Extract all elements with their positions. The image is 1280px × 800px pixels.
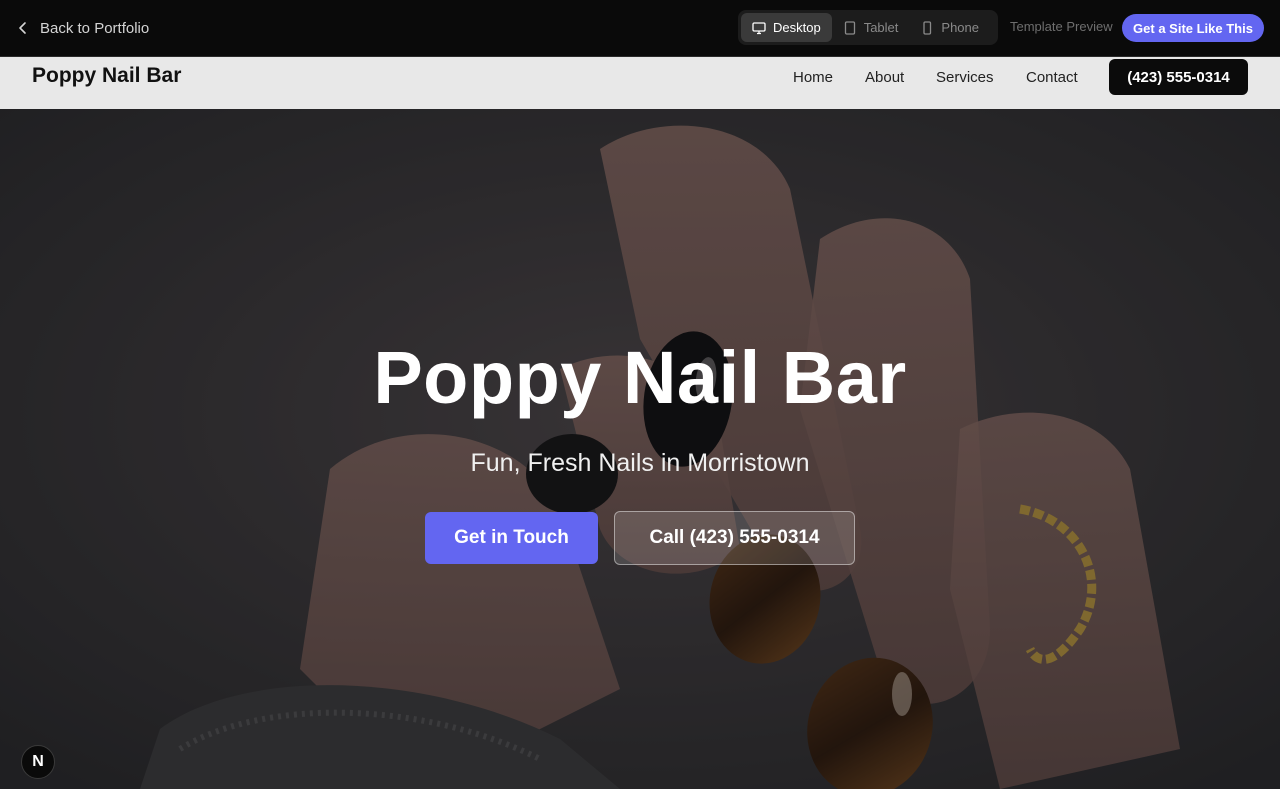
hero-section: Poppy Nail Bar Fun, Fresh Nails in Morri… <box>0 109 1280 789</box>
framework-badge[interactable]: N <box>21 745 55 779</box>
device-phone-label: Phone <box>941 20 979 35</box>
site-brand-logo[interactable]: Poppy Nail Bar <box>32 64 181 88</box>
page-bottom-edge <box>0 789 1280 800</box>
device-desktop-label: Desktop <box>773 20 821 35</box>
nav-about[interactable]: About <box>865 69 904 87</box>
nav-services[interactable]: Services <box>936 69 994 87</box>
back-label: Back to Portfolio <box>40 19 150 37</box>
header-phone-button[interactable]: (423) 555-0314 <box>1109 59 1248 95</box>
get-site-button[interactable]: Get a Site Like This <box>1122 14 1264 42</box>
device-tablet-button[interactable]: Tablet <box>832 13 910 42</box>
hero-title: Poppy Nail Bar <box>373 336 907 419</box>
nav-home[interactable]: Home <box>793 69 833 87</box>
template-preview-label: Template Preview <box>1010 19 1113 34</box>
phone-icon <box>923 20 932 35</box>
device-tablet-label: Tablet <box>863 20 899 35</box>
nav-contact[interactable]: Contact <box>1026 69 1078 87</box>
back-to-portfolio-link[interactable]: Back to Portfolio <box>16 16 149 40</box>
preview-toolbar: Back to Portfolio Desktop Tablet Phone T… <box>0 0 1280 56</box>
hero-subtitle: Fun, Fresh Nails in Morristown <box>470 449 810 477</box>
monitor-icon <box>752 21 766 34</box>
site-header: Poppy Nail Bar Home About Services Conta… <box>0 56 1280 109</box>
device-switcher: Desktop Tablet Phone <box>738 10 998 45</box>
call-phone-button[interactable]: Call (423) 555-0314 <box>614 511 855 565</box>
tablet-icon <box>844 20 855 35</box>
chevron-left-icon <box>19 22 26 34</box>
device-phone-button[interactable]: Phone <box>909 13 990 42</box>
get-in-touch-button[interactable]: Get in Touch <box>425 512 598 564</box>
device-desktop-button[interactable]: Desktop <box>741 13 832 42</box>
